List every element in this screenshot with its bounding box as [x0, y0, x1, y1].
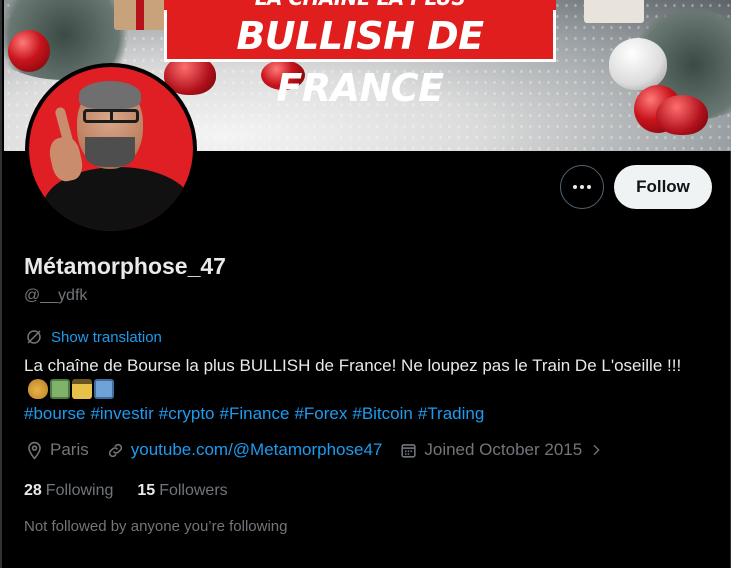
dollar-bill-icon — [50, 379, 70, 399]
banner-title-top: LA CHAÎNE LA PLUS — [164, 0, 556, 10]
more-dots-icon — [573, 185, 577, 189]
follow-counts: 28 Following 15 Followers — [24, 482, 228, 500]
link-icon — [108, 443, 122, 457]
location-pin-icon — [28, 441, 41, 460]
location-item: Paris — [25, 440, 89, 460]
banner-title-main: BULLISH DE FRANCE — [164, 10, 556, 110]
not-followed-notice: Not followed by anyone you’re following — [24, 518, 288, 535]
website-item[interactable]: youtube.com/@Metamorphose47 — [106, 440, 383, 460]
avatar-glasses — [83, 109, 139, 123]
hashtag-link[interactable]: #investir — [90, 402, 153, 426]
followers-count-link[interactable]: 15 Followers — [137, 482, 227, 500]
more-dots-icon — [587, 185, 591, 189]
avatar-beard — [85, 137, 135, 167]
bio-hashtags: #bourse #investir #crypto #Finance #Fore… — [24, 402, 714, 426]
calendar-icon — [401, 443, 416, 458]
hashtag-link[interactable]: #Bitcoin — [352, 402, 412, 426]
joined-item: Joined October 2015 — [399, 440, 604, 460]
banner-ornament-left — [8, 30, 50, 72]
bio-emojis — [28, 379, 114, 399]
following-label: Following — [45, 482, 114, 499]
banner-bell-white — [609, 38, 667, 90]
user-handle: @__ydfk — [24, 287, 88, 304]
avatar-photo — [29, 67, 193, 231]
euro-bill-icon — [94, 379, 114, 399]
avatar-hair — [79, 81, 141, 109]
money-bag-icon — [28, 379, 48, 399]
hashtag-link[interactable]: #crypto — [159, 402, 215, 426]
following-count: 28 — [24, 482, 42, 499]
more-dots-icon — [580, 185, 584, 189]
banner-bell-right — [656, 95, 708, 135]
following-count-link[interactable]: 28 Following — [24, 482, 113, 500]
translate-icon — [27, 330, 41, 344]
website-link[interactable]: youtube.com/@Metamorphose47 — [131, 440, 383, 460]
hashtag-link[interactable]: #Finance — [220, 402, 290, 426]
banner-gift-box-right — [584, 0, 644, 23]
hashtag-link[interactable]: #bourse — [24, 402, 85, 426]
hashtag-link[interactable]: #Trading — [418, 402, 484, 426]
display-name: Métamorphose_47 — [24, 253, 226, 279]
banner-gift-ribbon-left — [136, 0, 144, 30]
profile-panel: LA CHAÎNE LA PLUS BULLISH DE FRANCE Foll… — [0, 0, 731, 568]
more-options-button[interactable] — [560, 165, 604, 209]
show-translation-link[interactable]: Show translation — [25, 328, 162, 346]
followers-label: Followers — [159, 482, 228, 499]
credit-card-icon — [72, 379, 92, 399]
profile-avatar[interactable] — [25, 63, 197, 235]
joined-date: Joined October 2015 — [424, 440, 583, 459]
bio-text: La chaîne de Bourse la plus BULLISH de F… — [24, 356, 682, 375]
hashtag-link[interactable]: #Forex — [294, 402, 347, 426]
follow-button[interactable]: Follow — [614, 165, 712, 209]
location-text: Paris — [50, 440, 89, 459]
chevron-right-icon[interactable] — [588, 442, 604, 458]
profile-bio: La chaîne de Bourse la plus BULLISH de F… — [24, 354, 714, 426]
show-translation-label: Show translation — [51, 328, 162, 346]
profile-meta: Paris youtube.com/@Metamorphose47 Joined… — [25, 440, 621, 460]
followers-count: 15 — [137, 482, 156, 499]
